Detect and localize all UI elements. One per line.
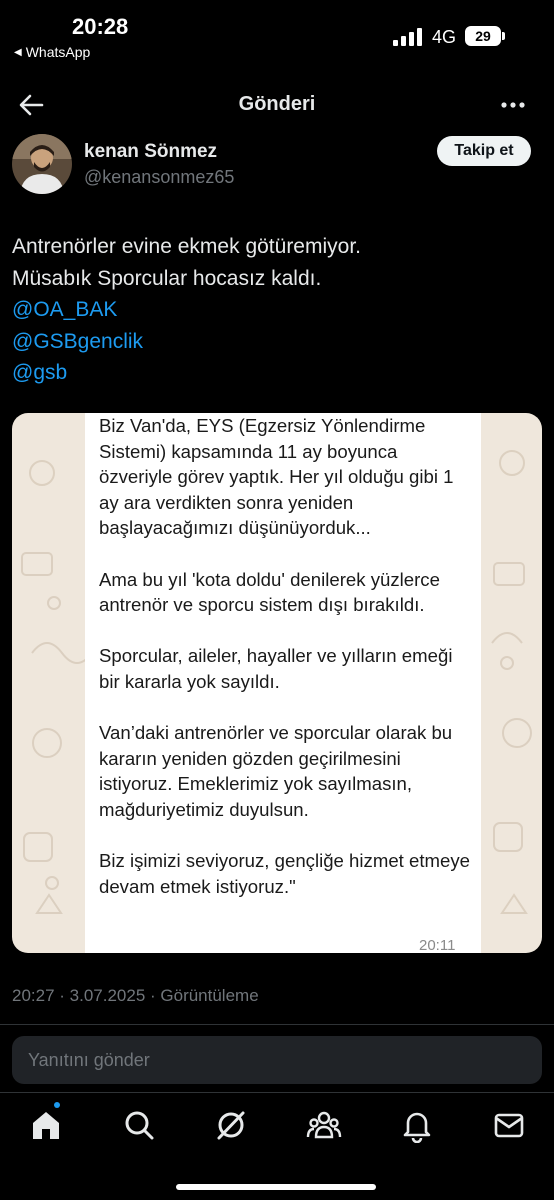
- message-paragraph: Biz Van'da, EYS (Egzersiz Yönlendirme Si…: [99, 415, 454, 539]
- message-paragraph: Biz işimizi seviyoruz, gençliğe hizmet e…: [99, 850, 470, 897]
- back-to-app-link[interactable]: ◀ WhatsApp: [14, 44, 90, 60]
- message-paragraph: Van’daki antrenörler ve sporcular olarak…: [99, 722, 453, 820]
- mention-link[interactable]: @gsb: [12, 357, 532, 389]
- search-icon[interactable]: [121, 1107, 157, 1143]
- communities-icon[interactable]: [306, 1107, 342, 1143]
- message-text: Biz Van'da, EYS (Egzersiz Yönlendirme Si…: [99, 413, 474, 925]
- signal-icon: [393, 28, 422, 46]
- reply-input[interactable]: Yanıtını gönder: [12, 1036, 542, 1084]
- post-line-2: Müsabık Sporcular hocasız kaldı.: [12, 266, 322, 290]
- messages-icon[interactable]: [491, 1107, 527, 1143]
- notification-dot: [54, 1102, 60, 1108]
- message-paragraph: Ama bu yıl 'kota doldu' denilerek yüzler…: [99, 568, 440, 616]
- mention-link[interactable]: @OA_BAK: [12, 294, 532, 326]
- post-image[interactable]: Biz Van'da, EYS (Egzersiz Yönlendirme Si…: [12, 413, 542, 953]
- home-icon[interactable]: [28, 1107, 64, 1143]
- back-triangle-icon: ◀: [14, 46, 22, 58]
- post-text: Antrenörler evine ekmek götüremiyor. Müs…: [12, 231, 532, 389]
- status-time: 20:28: [72, 14, 129, 39]
- message-time: 20:11: [419, 937, 456, 953]
- message-paragraph: Sporcular, aileler, hayaller ve yılların…: [99, 645, 453, 692]
- divider: [0, 1024, 554, 1025]
- follow-button[interactable]: Takip et: [437, 136, 531, 166]
- post-line-1: Antrenörler evine ekmek götüremiyor.: [12, 235, 361, 258]
- mention-link[interactable]: @GSBgenclik: [12, 326, 532, 358]
- bottom-nav: [0, 1093, 554, 1163]
- battery-icon: 29: [465, 26, 501, 46]
- avatar[interactable]: [12, 134, 72, 194]
- grok-icon[interactable]: [213, 1107, 249, 1143]
- more-options-icon[interactable]: [498, 90, 528, 120]
- page-title: Gönderi: [238, 93, 316, 115]
- post-meta: 20:27 · 3.07.2025 · Görüntüleme: [12, 986, 259, 1005]
- home-indicator: [176, 1184, 376, 1190]
- author-handle[interactable]: @kenansonmez65: [84, 167, 234, 188]
- back-app-label: WhatsApp: [25, 44, 91, 60]
- network-label: 4G: [432, 27, 457, 47]
- notifications-icon[interactable]: [399, 1107, 435, 1144]
- battery-tip: [502, 32, 505, 40]
- author-name[interactable]: kenan Sönmez: [84, 141, 217, 163]
